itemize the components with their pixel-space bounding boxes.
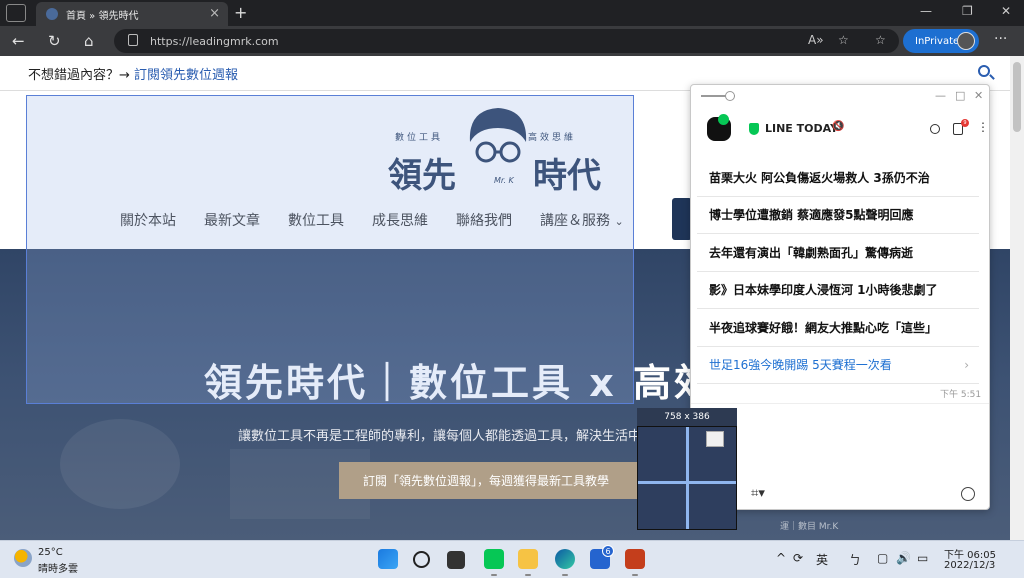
ime-language[interactable]: 英 xyxy=(816,551,828,568)
tab-title: 首頁 » 領先時代 xyxy=(66,10,139,22)
nav-cta-button[interactable] xyxy=(672,198,692,240)
news-list: 苗栗大火 阿公負傷返火場救人 3孫仍不治 博士學位遭撤銷 蔡適應發5點聲明回應 … xyxy=(697,159,979,384)
subscribe-link[interactable]: 訂閱領先數位週報 xyxy=(134,68,238,83)
lock-icon[interactable] xyxy=(128,34,138,46)
crop-icon[interactable]: ⌗▾ xyxy=(751,486,765,501)
ime-mode-icon[interactable]: ㄅ xyxy=(849,551,861,568)
site-favicon-icon xyxy=(46,8,58,20)
tab-home[interactable]: 首頁 » 領先時代 × xyxy=(36,2,228,26)
promo-text: 不想錯過內容？→ xyxy=(28,68,135,83)
tab-actions-icon[interactable] xyxy=(6,4,26,22)
running-indicator xyxy=(632,574,638,576)
minimize-icon[interactable]: — xyxy=(920,4,932,18)
popup-maximize-icon[interactable]: □ xyxy=(955,89,965,102)
powerpoint-icon[interactable] xyxy=(625,549,645,569)
url-field[interactable]: https://leadingmrk.com xyxy=(114,29,899,53)
running-indicator xyxy=(562,574,568,576)
hero-background-shape xyxy=(60,419,180,509)
inprivate-button[interactable]: InPrivate xyxy=(903,29,979,53)
news-item[interactable]: 去年還有演出「韓劇熟面孔」驚傳病逝 xyxy=(697,234,979,272)
inprivate-label: InPrivate xyxy=(915,35,960,47)
notification-badge: 9 xyxy=(961,119,969,127)
promo-bar: 不想錯過內容？→ 訂閱領先數位週報 xyxy=(28,64,238,83)
more-options-icon[interactable]: ··· xyxy=(994,31,1007,47)
back-icon[interactable]: ← xyxy=(12,32,25,50)
task-view-icon[interactable] xyxy=(447,551,465,569)
search-icon[interactable] xyxy=(978,65,990,77)
close-window-icon[interactable]: ✕ xyxy=(1001,4,1011,18)
new-tab-icon[interactable]: + xyxy=(234,3,247,22)
favorites-icon[interactable]: ☆ xyxy=(875,33,886,47)
pin-icon[interactable] xyxy=(701,91,735,101)
magnifier-content xyxy=(706,431,724,447)
hero-subtitle: 讓數位工具不再是工程師的專利，讓每個人都能透過工具，解決生活中的 xyxy=(238,429,655,444)
tray-sync-icon[interactable]: ⟳ xyxy=(793,551,803,565)
start-icon[interactable] xyxy=(378,549,398,569)
popup-minimize-icon[interactable]: — xyxy=(935,89,946,102)
edge-icon[interactable] xyxy=(555,549,575,569)
running-indicator xyxy=(491,574,497,576)
news-link-label: 世足16強今晚開踢 5天賽程一次看 xyxy=(709,358,892,373)
battery-icon[interactable]: ▭ xyxy=(917,551,928,565)
notification-tray-icon[interactable]: ▢ xyxy=(877,551,888,565)
chevron-right-icon: › xyxy=(964,357,969,372)
news-item[interactable]: 半夜追球賽好餓！網友大推點心吃「這些」 xyxy=(697,309,979,347)
tray-expand-icon[interactable]: ^ xyxy=(776,551,786,565)
popup-title: LINE TODAY xyxy=(765,122,839,135)
add-favorite-icon[interactable]: ☆ xyxy=(838,33,849,47)
capture-size-label: 758 x 386 xyxy=(637,408,737,426)
scrollbar-thumb[interactable] xyxy=(1013,62,1021,132)
taskbar-search-icon[interactable] xyxy=(413,551,430,568)
url-text: https://leadingmrk.com xyxy=(150,34,279,48)
verified-shield-icon xyxy=(749,123,759,135)
news-item[interactable]: 苗栗大火 阿公負傷返火場救人 3孫仍不治 xyxy=(697,159,979,197)
weather-icon[interactable] xyxy=(14,549,32,567)
subscribe-button[interactable]: 訂閱「領先數位週報」，每週獲得最新工具教學 xyxy=(339,462,639,499)
volume-icon[interactable]: 🔊 xyxy=(896,551,911,565)
avatar xyxy=(957,32,975,50)
message-time: 下午 5:51 xyxy=(940,390,982,400)
news-item[interactable]: 博士學位遭撤銷 蔡適應發5點聲明回應 xyxy=(697,196,979,234)
clock-date[interactable]: 2022/12/3 xyxy=(944,560,995,571)
weather-description[interactable]: 晴時多雲 xyxy=(38,560,78,575)
line-today-logo-icon xyxy=(707,114,731,141)
page-scrollbar[interactable] xyxy=(1010,56,1024,540)
refresh-icon[interactable]: ↻ xyxy=(48,32,61,50)
tab-bar: 首頁 » 領先時代 × + — ❐ ✕ xyxy=(0,0,1024,26)
clock-time[interactable]: 下午 06:05 xyxy=(944,546,996,561)
taskbar: 25°C 晴時多雲 6 ^ ⟳ 英 ㄅ ▢ 🔊 ▭ 下午 06:05 2022/… xyxy=(0,540,1024,578)
hero-watermark: 運｜數目 Mr.K xyxy=(780,522,839,532)
popup-header: LINE TODAY 🔇 9 ⋮ xyxy=(691,114,989,145)
mute-icon[interactable]: 🔇 xyxy=(832,121,844,132)
line-app-icon[interactable] xyxy=(484,549,504,569)
emoji-icon[interactable] xyxy=(961,487,975,501)
close-tab-icon[interactable]: × xyxy=(209,6,220,21)
popup-search-icon[interactable] xyxy=(930,124,940,134)
news-item[interactable]: 影》日本妹學印度人浸恆河 1小時後悲劇了 xyxy=(697,271,979,309)
crosshair-vertical xyxy=(686,427,689,529)
capture-magnifier xyxy=(637,426,737,530)
file-explorer-icon[interactable] xyxy=(518,549,538,569)
popup-close-icon[interactable]: ✕ xyxy=(974,89,983,102)
news-link-item[interactable]: 世足16強今晚開踢 5天賽程一次看 › xyxy=(697,346,979,384)
read-aloud-icon[interactable]: A» xyxy=(808,33,824,47)
home-icon[interactable]: ⌂ xyxy=(84,32,94,50)
popup-more-icon[interactable]: ⋮ xyxy=(977,120,989,134)
address-bar-row: ← ↻ ⌂ https://leadingmrk.com A» ☆ ☆ InPr… xyxy=(0,26,1024,56)
todo-badge: 6 xyxy=(602,545,614,557)
maximize-icon[interactable]: ❐ xyxy=(962,4,973,18)
capture-selection[interactable] xyxy=(26,95,634,404)
running-indicator xyxy=(525,574,531,576)
weather-temperature[interactable]: 25°C xyxy=(38,547,63,558)
